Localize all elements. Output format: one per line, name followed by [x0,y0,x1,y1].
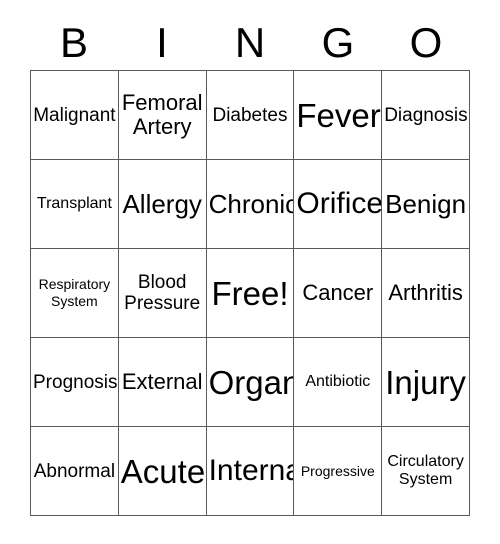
bingo-cell-label: Free! [211,274,289,312]
bingo-cell[interactable]: Femoral Artery [118,71,207,160]
bingo-card: B I N G O Malignant Femoral Artery Diabete… [0,0,500,544]
bingo-cell-label: Benign [385,189,467,219]
bingo-cell-label: Organ [208,363,295,401]
bingo-cell[interactable]: Cancer [294,249,383,338]
bingo-cell[interactable]: Acute [118,427,207,516]
header-letter-b: B [59,19,88,66]
bingo-cell[interactable]: External [118,338,207,427]
bingo-cell-label: Respiratory System [38,276,111,309]
bingo-cell-label: Cancer [302,280,374,305]
bingo-cell[interactable]: Transplant [31,160,119,249]
bingo-cell[interactable]: Orifice [294,160,383,249]
header-letter-i: I [156,19,168,66]
bingo-cell-label: Antibiotic [305,373,371,390]
bingo-cell-label: Acute [120,452,206,490]
bingo-cell[interactable]: Benign [382,160,470,249]
bingo-cell-label: Diabetes [212,104,288,126]
bingo-cell[interactable]: Diabetes [206,71,295,160]
bingo-cell-label: Allergy [122,189,202,219]
bingo-cell[interactable]: Chronic [206,160,295,249]
bingo-cell[interactable]: Malignant [31,71,119,160]
header-letter-n: N [234,19,266,66]
bingo-cell-label: Orifice [296,187,383,220]
bingo-cell-label: Chronic [208,189,295,219]
bingo-cell[interactable]: Fever [294,71,383,160]
header-letter-o: O [409,19,443,66]
bingo-cell-label: External [121,369,203,394]
bingo-free-space[interactable]: Free! [206,249,295,338]
bingo-cell-label: Fever [296,96,381,134]
bingo-cell[interactable]: Prognosis [31,338,119,427]
bingo-cell[interactable]: Allergy [118,160,207,249]
bingo-cell[interactable]: Internal [206,427,295,516]
bingo-cell[interactable]: Progressive [294,427,383,516]
bingo-cell-label: Progressive [300,462,375,479]
bingo-cell[interactable]: Blood Pressure [118,249,207,338]
bingo-cell-label: Malignant [33,104,116,126]
bingo-cell[interactable]: Antibiotic [294,338,383,427]
bingo-cell-label: Prognosis [33,371,118,393]
bingo-grid: Malignant Femoral Artery Diabetes Fever Diag… [30,70,470,516]
bingo-cell[interactable]: Diagnosis [382,71,470,160]
bingo-cell-label: Abnormal [33,460,116,482]
bingo-cell[interactable]: Injury [382,338,470,427]
bingo-cell-label: Injury [385,363,466,401]
bingo-cell-label: Blood Pressure [124,272,201,314]
bingo-cell[interactable]: Circulatory System [382,427,470,516]
bingo-cell[interactable]: Respiratory System [31,249,119,338]
header-letter-g: G [321,19,355,66]
bingo-cell[interactable]: Arthritis [382,249,470,338]
bingo-header-letters: B I N G O [30,16,470,70]
bingo-cell-label: Arthritis [388,280,463,305]
bingo-cell-label: Transplant [36,195,112,212]
bingo-cell-label: Femoral Artery [121,90,203,139]
bingo-cell-label: Diagnosis [384,104,468,126]
bingo-cell-label: Internal [208,454,294,487]
bingo-cell-label: Circulatory System [387,453,464,488]
bingo-cell[interactable]: Abnormal [31,427,119,516]
bingo-cell[interactable]: Organ [206,338,295,427]
